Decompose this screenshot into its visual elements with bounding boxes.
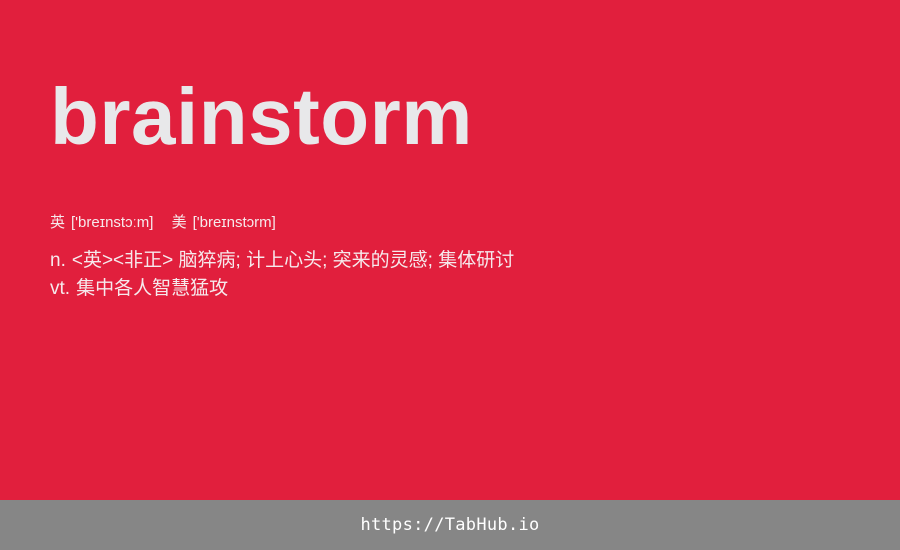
- part-of-speech: vt.: [50, 278, 71, 299]
- phonetic-uk-label: 英: [50, 214, 66, 231]
- phonetic-us-label: 美: [171, 214, 187, 231]
- word-card: brainstorm 英 ['breɪnstɔːm] 美 ['breɪnstɔrm]…: [0, 0, 900, 500]
- definition-text: <英><非正> 脑猝病; 计上心头; 突来的灵感; 集体研讨: [71, 250, 515, 271]
- phonetic-us-text: ['breɪnstɔrm]: [192, 214, 276, 231]
- phonetic-uk-text: ['breɪnstɔːm]: [71, 214, 154, 231]
- headword: brainstorm: [50, 72, 473, 161]
- definition-noun: n. <英><非正> 脑猝病; 计上心头; 突来的灵感; 集体研讨: [50, 247, 514, 275]
- part-of-speech: n.: [50, 250, 66, 271]
- definition-verb: vt. 集中各人智慧猛攻: [50, 275, 514, 303]
- tabhub-link[interactable]: https://TabHub.io: [360, 515, 539, 535]
- footer-bar: https://TabHub.io: [0, 500, 900, 550]
- definition-text: 集中各人智慧猛攻: [76, 278, 229, 299]
- phonetic-us: 美 ['breɪnstɔrm]: [172, 213, 276, 233]
- phonetic-uk: 英 ['breɪnstɔːm]: [50, 213, 153, 233]
- phonetics: 英 ['breɪnstɔːm] 美 ['breɪnstɔrm]: [50, 213, 276, 233]
- definitions: n. <英><非正> 脑猝病; 计上心头; 突来的灵感; 集体研讨 vt. 集中各人…: [50, 247, 514, 303]
